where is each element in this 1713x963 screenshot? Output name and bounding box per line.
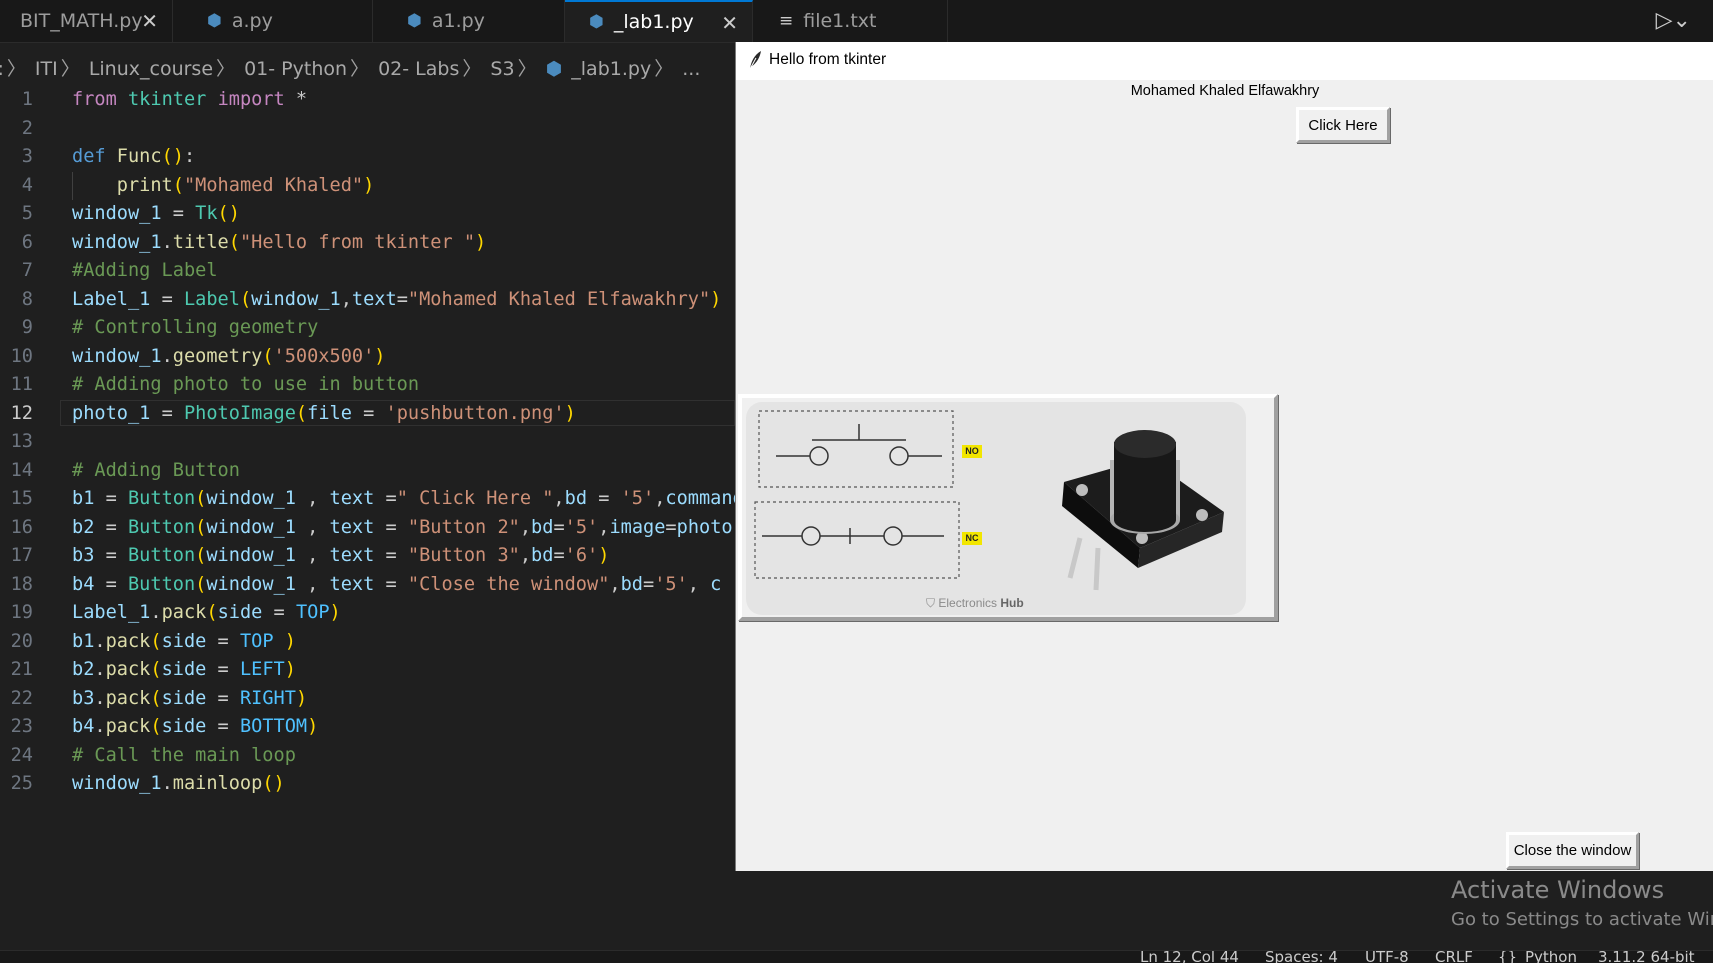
editor-tab-bar: BIT_MATH.py ✕ ⬢ a.py ⬢ a1.py ⬢ _lab1.py … xyxy=(0,0,1713,43)
tab-a1-py[interactable]: ⬢ a1.py xyxy=(373,0,565,42)
breadcrumb-item[interactable]: S3 xyxy=(490,58,514,80)
pushbutton-photo: NO NC ⛉ Electronics Hub xyxy=(746,402,1246,615)
close-window-button[interactable]: Close the window xyxy=(1506,832,1639,869)
tab-label: a.py xyxy=(231,10,273,32)
line-endings[interactable]: CRLF xyxy=(1435,951,1473,963)
python-file-icon: ⬢ xyxy=(589,12,604,32)
tk-feather-icon xyxy=(749,51,761,70)
chevron-right-icon: 〉 xyxy=(462,58,482,80)
normally-open-switch-diagram xyxy=(758,410,954,488)
breadcrumb-item[interactable]: ITI xyxy=(35,58,58,80)
tk-window-title: Hello from tkinter xyxy=(769,51,887,68)
pushbutton-image-button[interactable]: NO NC ⛉ Electronics Hub xyxy=(738,394,1278,621)
name-label: Mohamed Khaled Elfawakhry xyxy=(1130,83,1320,99)
tk-title-bar[interactable]: Hello from tkinter xyxy=(736,42,1713,80)
tab-label: BIT_MATH.py xyxy=(20,10,143,32)
python-file-icon: ⬢ xyxy=(545,58,563,80)
chevron-right-icon: 〉 xyxy=(216,58,236,80)
language-mode[interactable]: Python xyxy=(1525,951,1577,963)
tab-file1-txt[interactable]: ≡ file1.txt xyxy=(753,0,948,42)
run-icon[interactable]: ▷⌄ xyxy=(1656,8,1691,33)
chevron-right-icon: 〉 xyxy=(60,58,80,80)
no-badge: NO xyxy=(962,445,982,458)
python-file-icon: ⬢ xyxy=(407,11,422,31)
chevron-right-icon: 〉 xyxy=(654,58,674,80)
chevron-right-icon: 〉 xyxy=(350,58,370,80)
breadcrumb-item[interactable]: F: xyxy=(0,58,4,80)
tab-label: file1.txt xyxy=(803,10,877,32)
tab-label: a1.py xyxy=(431,10,485,32)
python-interpreter[interactable]: 3.11.2 64-bit xyxy=(1598,951,1695,963)
breadcrumb: F:〉 ITI〉 Linux_course〉 01- Python〉 02- L… xyxy=(0,54,703,84)
tab-bit-math[interactable]: BIT_MATH.py ✕ xyxy=(0,0,173,42)
cursor-position[interactable]: Ln 12, Col 44 xyxy=(1140,951,1239,963)
electronics-hub-watermark: ⛉ Electronics Hub xyxy=(926,596,1024,610)
text-file-icon: ≡ xyxy=(779,11,794,31)
activate-windows-title: Activate Windows xyxy=(1451,876,1665,904)
nc-badge: NC xyxy=(962,532,982,545)
breadcrumb-item[interactable]: 02- Labs xyxy=(378,58,459,80)
code-editor[interactable]: 1 from tkinter import * 2 3 def Func(): 4 … xyxy=(0,86,735,806)
chevron-right-icon: 〉 xyxy=(517,58,537,80)
python-file-icon: ⬢ xyxy=(207,11,222,31)
breadcrumb-item[interactable]: ... xyxy=(682,58,700,80)
breadcrumb-item[interactable]: Linux_course xyxy=(89,58,213,80)
close-icon[interactable]: ✕ xyxy=(141,9,158,33)
indentation[interactable]: Spaces: 4 xyxy=(1265,951,1338,963)
braces-icon: {} xyxy=(1498,950,1518,963)
tab-label: _lab1.py xyxy=(613,11,694,33)
breadcrumb-item[interactable]: 01- Python xyxy=(244,58,347,80)
encoding[interactable]: UTF-8 xyxy=(1365,951,1409,963)
tab-a-py[interactable]: ⬢ a.py xyxy=(173,0,373,42)
tkinter-window: Hello from tkinter Mohamed Khaled Elfawa… xyxy=(735,42,1713,871)
tab-lab1-py[interactable]: ⬢ _lab1.py ✕ xyxy=(565,0,753,42)
activate-windows-subtitle: Go to Settings to activate Windows. xyxy=(1451,909,1713,930)
chevron-right-icon: 〉 xyxy=(6,58,26,80)
status-bar: Ln 12, Col 44 Spaces: 4 UTF-8 CRLF {} Py… xyxy=(0,950,1713,963)
shield-icon: ⛉ xyxy=(926,596,936,610)
close-icon[interactable]: ✕ xyxy=(721,11,738,35)
normally-closed-switch-diagram xyxy=(754,501,960,579)
click-here-button[interactable]: Click Here xyxy=(1296,107,1390,143)
breadcrumb-item[interactable]: _lab1.py xyxy=(571,58,651,80)
tactile-switch-icon xyxy=(1062,430,1224,591)
